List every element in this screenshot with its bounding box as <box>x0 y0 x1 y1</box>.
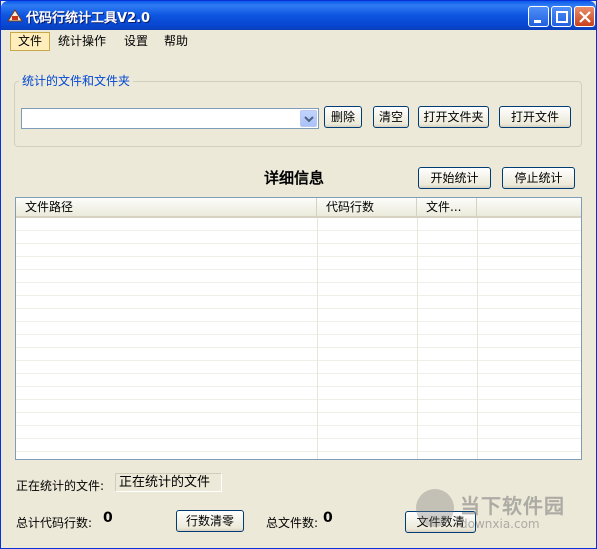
close-icon <box>579 11 591 23</box>
current-file-value: 正在统计的文件 <box>115 473 222 492</box>
path-combobox[interactable] <box>21 108 319 129</box>
column-divider <box>417 218 418 459</box>
watermark-text: 当下软件园 <box>460 494 565 518</box>
maximize-icon <box>556 11 568 23</box>
delete-button[interactable]: 删除 <box>324 106 362 128</box>
list-body[interactable] <box>16 218 581 459</box>
title-bar[interactable]: 代码行统计工具V2.0 <box>1 1 596 30</box>
clear-button[interactable]: 清空 <box>373 106 409 128</box>
list-header: 文件路径 代码行数 文件... <box>16 198 581 218</box>
open-folder-button[interactable]: 打开文件夹 <box>418 106 489 128</box>
menu-help[interactable]: 帮助 <box>157 32 195 51</box>
detail-title: 详细信息 <box>264 169 325 187</box>
minimize-button[interactable] <box>528 6 549 27</box>
menu-bar: 文件 统计操作 设置 帮助 <box>1 30 596 52</box>
column-divider <box>477 218 478 459</box>
maximize-button[interactable] <box>551 6 572 27</box>
open-file-button[interactable]: 打开文件 <box>499 106 571 128</box>
start-button[interactable]: 开始统计 <box>418 167 491 189</box>
stop-button[interactable]: 停止统计 <box>502 167 575 189</box>
total-files-value: 0 <box>323 510 333 526</box>
menu-settings[interactable]: 设置 <box>117 32 155 51</box>
total-files-label: 总文件数: <box>266 516 319 530</box>
close-button[interactable] <box>574 6 595 27</box>
app-icon <box>7 9 23 22</box>
column-line-count[interactable]: 代码行数 <box>317 198 417 216</box>
window-title: 代码行统计工具V2.0 <box>26 11 151 26</box>
column-divider <box>317 218 318 459</box>
column-file-count[interactable]: 文件... <box>417 198 477 216</box>
watermark-logo-icon <box>416 489 454 527</box>
minimize-icon <box>534 20 541 23</box>
chevron-down-icon <box>304 116 314 123</box>
total-lines-value: 0 <box>103 510 113 526</box>
menu-statistics[interactable]: 统计操作 <box>51 32 113 51</box>
groupbox-title: 统计的文件和文件夹 <box>19 72 134 89</box>
results-listview[interactable]: 文件路径 代码行数 文件... <box>15 197 582 460</box>
combo-dropdown-button[interactable] <box>300 110 317 127</box>
current-file-label: 正在统计的文件: <box>16 479 105 493</box>
app-window: 代码行统计工具V2.0 文件 统计操作 设置 帮助 统计的文件和文件夹 删除 清… <box>0 0 597 549</box>
watermark-url: downxia.com <box>460 517 540 531</box>
menu-file[interactable]: 文件 <box>10 32 51 51</box>
column-file-path[interactable]: 文件路径 <box>16 198 317 216</box>
total-lines-label: 总计代码行数: <box>16 516 93 530</box>
reset-lines-button[interactable]: 行数清零 <box>176 510 244 532</box>
